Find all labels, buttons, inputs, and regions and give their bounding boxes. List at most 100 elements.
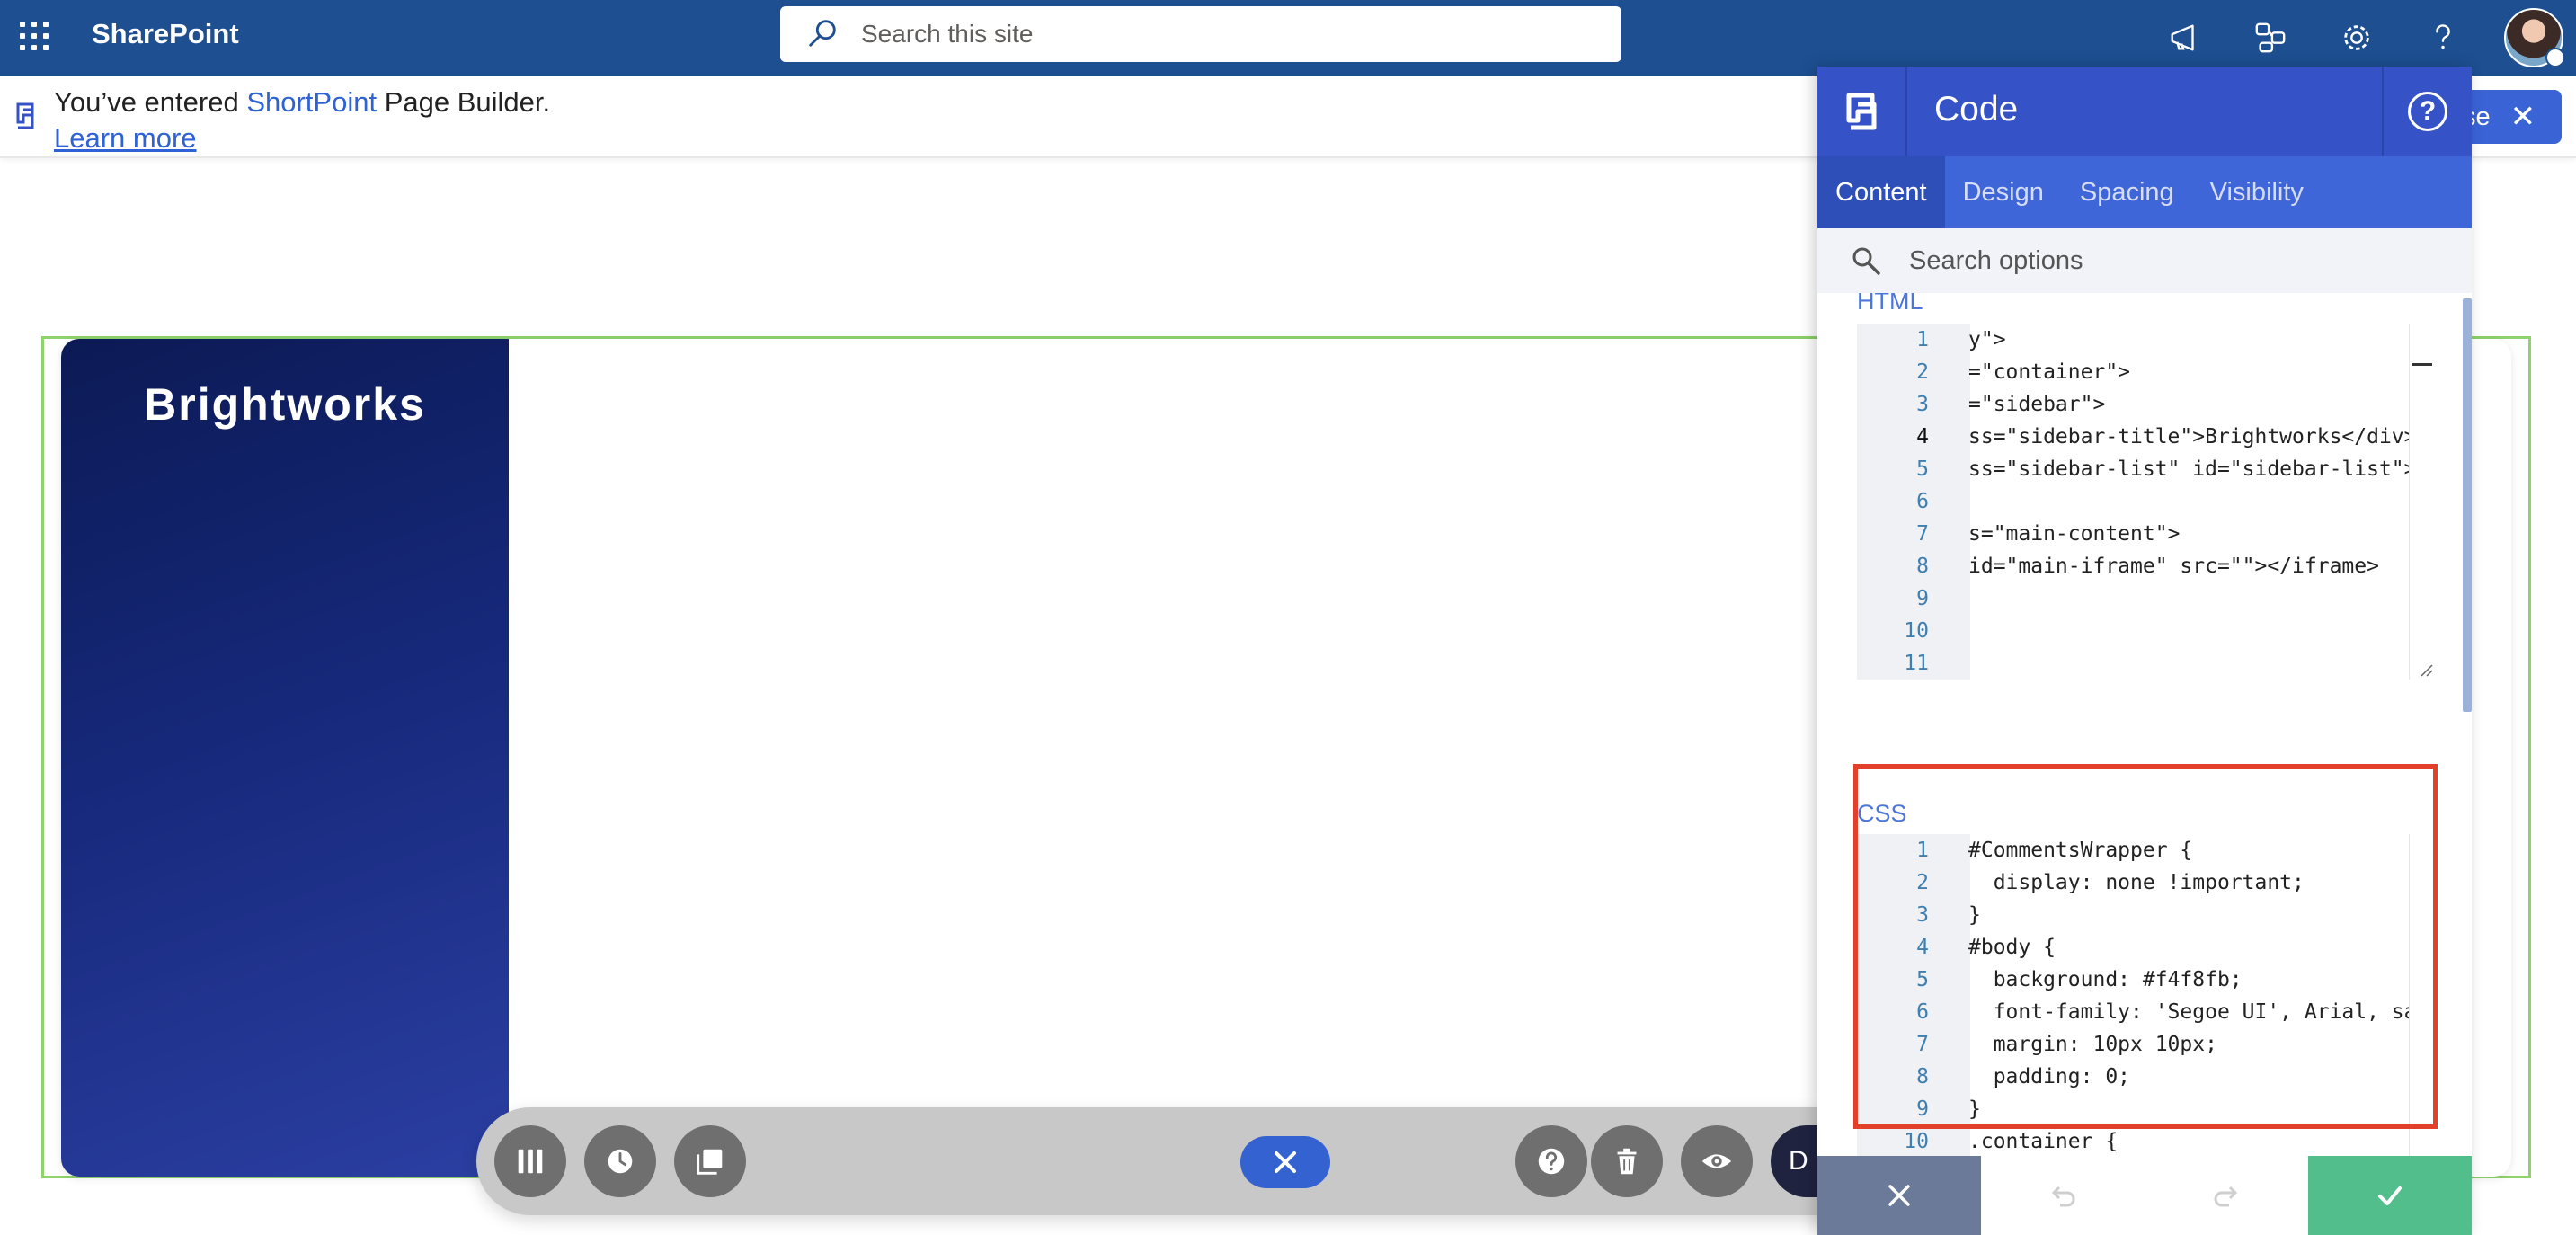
help-button[interactable]	[1515, 1125, 1587, 1197]
redo-icon	[2214, 1186, 2238, 1207]
code-line[interactable]: 8 id="main-iframe" src=""></iframe>	[1857, 550, 2436, 582]
site-search[interactable]: Search this site	[780, 6, 1621, 62]
delete-button[interactable]	[1591, 1125, 1663, 1197]
code-text[interactable]: }	[1968, 899, 1981, 931]
close-icon	[1888, 1185, 1910, 1206]
user-avatar[interactable]	[2504, 8, 2565, 67]
code-text[interactable]: .container {	[1968, 1125, 2118, 1158]
help-question-icon[interactable]	[2400, 0, 2486, 76]
code-text[interactable]: display: none !important;	[1968, 866, 2305, 899]
builder-toolbar: D	[476, 1107, 1896, 1215]
search-icon	[1852, 247, 1880, 275]
code-line[interactable]: 9}	[1857, 1093, 2436, 1125]
code-text[interactable]: #body {	[1968, 931, 2056, 964]
code-text[interactable]: s="main-content">	[1968, 518, 2180, 550]
learn-more-link[interactable]: Learn more	[54, 122, 197, 155]
code-text[interactable]: ss="sidebar-list" id="sidebar-list">	[1968, 453, 2417, 485]
tab-design[interactable]: Design	[1945, 156, 2062, 228]
code-text[interactable]: ss="sidebar-title">Brightworks</div>	[1968, 421, 2417, 453]
code-line[interactable]: 4 ss="sidebar-title">Brightworks</div>	[1857, 421, 2436, 453]
code-line[interactable]: 9	[1857, 582, 2436, 615]
layers-icon	[697, 1149, 723, 1175]
code-line[interactable]: 3 ="sidebar">	[1857, 388, 2436, 421]
code-line[interactable]: 1 #CommentsWrapper {	[1857, 834, 2436, 866]
code-text[interactable]: margin: 10px 10px;	[1968, 1028, 2217, 1061]
toolbar-close-button[interactable]	[1240, 1136, 1330, 1188]
panel-body: HTML 1 y"> 2 ="container"> 3 ="sidebar"> 4 ss="…	[1817, 293, 2472, 1224]
code-line[interactable]: 6	[1857, 485, 2436, 518]
eye-icon	[1701, 1154, 1732, 1168]
code-line[interactable]: 4 #body {	[1857, 931, 2436, 964]
line-number: 4	[1916, 936, 1929, 959]
line-number: 10	[1904, 1130, 1929, 1153]
shortpoint-link[interactable]: ShortPoint	[246, 86, 377, 118]
code-line[interactable]: 5 ss="sidebar-list" id="sidebar-list">	[1857, 453, 2436, 485]
tab-spacing[interactable]: Spacing	[2062, 156, 2192, 228]
megaphone-icon[interactable]	[2141, 0, 2227, 76]
line-number: 6	[1916, 490, 1929, 513]
code-line[interactable]: 6 font-family: 'Segoe UI', Arial, sa	[1857, 996, 2436, 1028]
code-line[interactable]: 8 padding: 0;	[1857, 1061, 2436, 1093]
options-search-input[interactable]: Search options	[1817, 228, 2472, 293]
help-question-icon: ?	[2408, 92, 2447, 131]
sharepoint-network-icon[interactable]	[2227, 0, 2314, 76]
line-number: 1	[1916, 839, 1929, 862]
code-line[interactable]: 3}	[1857, 899, 2436, 931]
code-line[interactable]: 7 margin: 10px 10px;	[1857, 1028, 2436, 1061]
undo-button[interactable]	[1981, 1156, 2145, 1235]
editor-scrollbar[interactable]	[2409, 834, 2436, 1190]
code-text[interactable]: ="container">	[1968, 356, 2130, 388]
line-number: 10	[1904, 619, 1929, 643]
cancel-button[interactable]	[1817, 1156, 1981, 1235]
code-text[interactable]: y">	[1968, 324, 2006, 356]
code-text[interactable]: padding: 0;	[1968, 1061, 2130, 1093]
editor-scrollbar[interactable]	[2409, 324, 2436, 680]
columns-button[interactable]	[494, 1125, 566, 1197]
code-text[interactable]: }	[1968, 1093, 1981, 1125]
history-button[interactable]	[584, 1125, 656, 1197]
columns-icon	[518, 1149, 543, 1174]
tab-visibility[interactable]: Visibility	[2192, 156, 2322, 228]
preview-sidebar: Brightworks	[61, 339, 509, 1177]
code-line[interactable]: 10	[1857, 615, 2436, 647]
css-code-editor[interactable]: 1 #CommentsWrapper {2 display: none !impo…	[1857, 834, 2436, 1190]
panel-scrollbar[interactable]	[2463, 298, 2472, 712]
layers-button[interactable]	[674, 1125, 746, 1197]
code-text[interactable]: font-family: 'Segoe UI', Arial, sa	[1968, 996, 2417, 1028]
scroll-thumb[interactable]	[2412, 363, 2432, 366]
confirm-button[interactable]	[2308, 1156, 2472, 1235]
code-line[interactable]: 1 y">	[1857, 324, 2436, 356]
code-settings-panel: Code ? Content Design Spacing Visibility…	[1817, 67, 2472, 1235]
redo-button[interactable]	[2145, 1156, 2308, 1235]
line-number: 7	[1916, 1033, 1929, 1056]
line-number: 1	[1916, 328, 1929, 351]
app-launcher-icon[interactable]	[20, 22, 49, 50]
code-line[interactable]: 11	[1857, 647, 2436, 680]
code-text[interactable]: #CommentsWrapper {	[1968, 834, 2192, 866]
tab-content[interactable]: Content	[1817, 156, 1945, 228]
settings-gear-icon[interactable]	[2314, 0, 2400, 76]
code-line[interactable]: 7 s="main-content">	[1857, 518, 2436, 550]
panel-tabs: Content Design Spacing Visibility	[1817, 156, 2472, 228]
notice-text: You’ve entered ShortPoint Page Builder.	[54, 86, 551, 118]
code-line[interactable]: 2 display: none !important;	[1857, 866, 2436, 899]
panel-title: Code	[1934, 90, 2019, 129]
code-text[interactable]: background: #f4f8fb;	[1968, 964, 2243, 996]
panel-header: Code ?	[1817, 67, 2472, 156]
line-number: 7	[1916, 522, 1929, 546]
help-question-icon	[1538, 1148, 1565, 1175]
code-line[interactable]: 2 ="container">	[1857, 356, 2436, 388]
code-text[interactable]: ="sidebar">	[1968, 388, 2105, 421]
code-text[interactable]: id="main-iframe" src=""></iframe>	[1968, 550, 2379, 582]
line-number: 9	[1916, 587, 1929, 610]
code-line[interactable]: 5 background: #f4f8fb;	[1857, 964, 2436, 996]
resize-handle-icon[interactable]	[2420, 663, 2434, 678]
preview-button[interactable]	[1681, 1125, 1753, 1197]
code-line[interactable]: 10 .container {	[1857, 1125, 2436, 1158]
html-section-label: HTML	[1857, 293, 1923, 315]
brand-name[interactable]: SharePoint	[92, 18, 239, 50]
line-number: 9	[1916, 1097, 1929, 1121]
undo-icon	[2051, 1186, 2075, 1207]
panel-help-button[interactable]: ?	[2382, 67, 2472, 156]
html-code-editor[interactable]: 1 y"> 2 ="container"> 3 ="sidebar"> 4 ss="sideb…	[1857, 324, 2436, 680]
